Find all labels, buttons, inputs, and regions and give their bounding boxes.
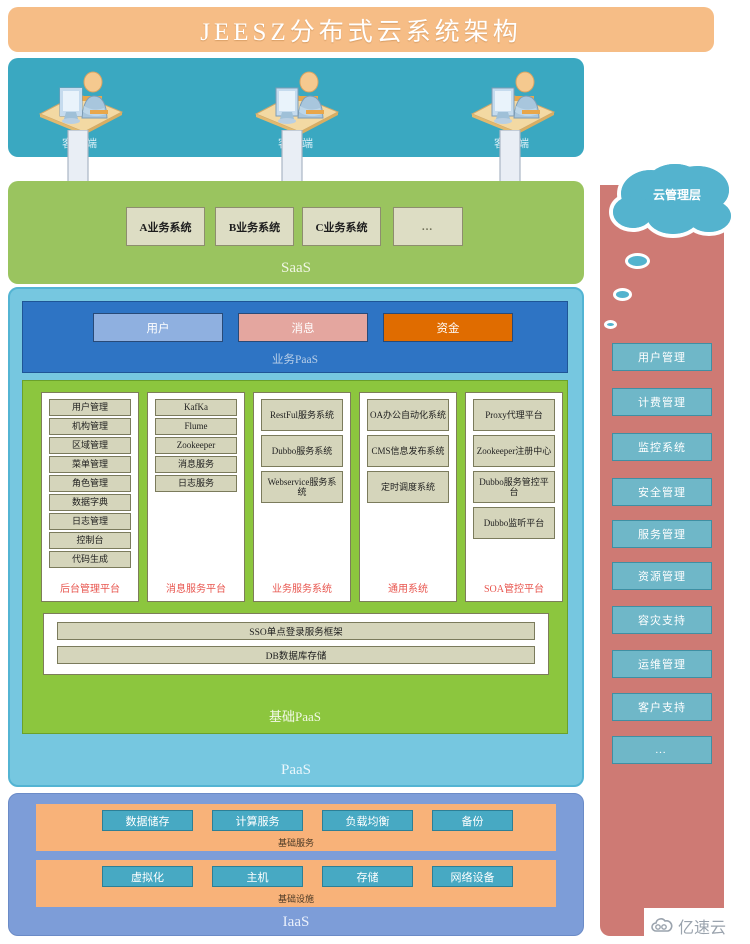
platform-item[interactable]: RestFul服务系统 bbox=[261, 399, 343, 431]
page-title: JEESZ分布式云系统架构 bbox=[200, 18, 522, 46]
saas-system-more[interactable]: … bbox=[393, 207, 463, 246]
platform-item[interactable]: 代码生成 bbox=[49, 551, 131, 568]
iaas-item[interactable]: 存储 bbox=[322, 866, 413, 887]
bizpaas-card-label: 资金 bbox=[436, 322, 460, 335]
platform-column-title: 通用系统 bbox=[388, 584, 428, 595]
cloud-item-resource-management[interactable]: 资源管理 bbox=[612, 562, 712, 590]
shared-service-sso[interactable]: SSO单点登录服务框架 bbox=[57, 622, 535, 640]
platform-item[interactable]: Proxy代理平台 bbox=[473, 399, 555, 431]
paas-layer: 用户 消息 资金 业务PaaS 用户管理 机构管理 区域管理 菜单管理 角色管理… bbox=[8, 287, 584, 787]
platform-item[interactable]: 菜单管理 bbox=[49, 456, 131, 473]
shared-service-db[interactable]: DB数据库存储 bbox=[57, 646, 535, 664]
bubble-icon-large bbox=[625, 253, 650, 269]
platform-item[interactable]: 数据字典 bbox=[49, 494, 131, 511]
saas-system-b[interactable]: B业务系统 bbox=[215, 207, 294, 246]
watermark-text: 亿速云 bbox=[678, 920, 727, 937]
diagram-title-bar: JEESZ分布式云系统架构 bbox=[8, 7, 714, 52]
iaas-group-label: 基础服务 bbox=[277, 838, 314, 848]
platform-item[interactable]: Dubbo服务管控平台 bbox=[473, 471, 555, 503]
platform-column-common: OA办公自动化系统 CMS信息发布系统 定时调度系统 通用系统 bbox=[359, 392, 457, 602]
architecture-diagram: JEESZ分布式云系统架构 客户端 bbox=[0, 0, 750, 944]
bizpaas-card-label: 用户 bbox=[146, 322, 170, 335]
user-at-computer-icon bbox=[254, 71, 340, 135]
user-at-computer-icon bbox=[470, 71, 556, 135]
cloud-item-more[interactable]: … bbox=[612, 736, 712, 764]
platform-item[interactable]: Dubbo服务系统 bbox=[261, 435, 343, 467]
bizpaas-card-fund[interactable]: 资金 bbox=[383, 313, 513, 342]
user-at-computer-icon bbox=[38, 71, 124, 135]
iaas-group-label: 基础设施 bbox=[277, 894, 314, 904]
platform-column-title: 消息服务平台 bbox=[166, 584, 226, 595]
cloud-item-customer-support[interactable]: 客户支持 bbox=[612, 693, 712, 721]
platform-item[interactable]: 机构管理 bbox=[49, 418, 131, 435]
saas-system-a[interactable]: A业务系统 bbox=[126, 207, 205, 246]
iaas-item[interactable]: 负载均衡 bbox=[322, 810, 413, 831]
watermark: 亿速云 bbox=[644, 908, 750, 944]
cloud-item-ops-management[interactable]: 运维管理 bbox=[612, 650, 712, 678]
saas-system-label: C业务系统 bbox=[315, 221, 368, 234]
platform-item[interactable]: Dubbo监听平台 bbox=[473, 507, 555, 539]
iaas-item[interactable]: 计算服务 bbox=[212, 810, 303, 831]
bubble-icon-small bbox=[604, 320, 617, 329]
platform-column-admin: 用户管理 机构管理 区域管理 菜单管理 角色管理 数据字典 日志管理 控制台 代… bbox=[41, 392, 139, 602]
cloud-item-disaster-recovery[interactable]: 容灾支持 bbox=[612, 606, 712, 634]
saas-system-label: B业务系统 bbox=[228, 221, 281, 234]
iaas-layer-label: IaaS bbox=[282, 914, 310, 930]
base-paas-panel: 用户管理 机构管理 区域管理 菜单管理 角色管理 数据字典 日志管理 控制台 代… bbox=[22, 380, 568, 734]
business-paas-label: 业务PaaS bbox=[272, 354, 318, 366]
platform-item[interactable]: Flume bbox=[155, 418, 237, 435]
cloud-item-billing-management[interactable]: 计费管理 bbox=[612, 388, 712, 416]
cloud-item-service-management[interactable]: 服务管理 bbox=[612, 520, 712, 548]
cloud-logo-icon bbox=[651, 918, 673, 932]
platform-column-title: 业务服务系统 bbox=[272, 584, 332, 595]
business-paas-panel: 用户 消息 资金 业务PaaS bbox=[22, 301, 568, 373]
base-paas-label: 基础PaaS bbox=[268, 709, 321, 724]
iaas-group-infrastructure: 虚拟化 主机 存储 网络设备 基础设施 bbox=[36, 860, 556, 907]
platform-item[interactable]: Webservice服务系统 bbox=[261, 471, 343, 503]
platform-column-title: SOA管控平台 bbox=[483, 584, 544, 595]
platform-item[interactable]: 日志管理 bbox=[49, 513, 131, 530]
platform-item[interactable]: OA办公自动化系统 bbox=[367, 399, 449, 431]
saas-system-label: … bbox=[421, 220, 435, 233]
iaas-group-services: 数据储存 计算服务 负载均衡 备份 基础服务 bbox=[36, 804, 556, 851]
platform-item[interactable]: 控制台 bbox=[49, 532, 131, 549]
bubble-icon-medium bbox=[613, 288, 632, 301]
iaas-layer: 数据储存 计算服务 负载均衡 备份 基础服务 虚拟化 主机 存储 网络设备 基础… bbox=[8, 793, 584, 936]
platform-item[interactable]: 用户管理 bbox=[49, 399, 131, 416]
platform-column-business-service: RestFul服务系统 Dubbo服务系统 Webservice服务系统 业务服… bbox=[253, 392, 351, 602]
iaas-item[interactable]: 数据储存 bbox=[102, 810, 193, 831]
platform-item[interactable]: KafKa bbox=[155, 399, 237, 416]
iaas-item[interactable]: 备份 bbox=[432, 810, 513, 831]
saas-system-label: A业务系统 bbox=[139, 221, 192, 234]
saas-layer-label: SaaS bbox=[281, 260, 311, 276]
platform-item[interactable]: 角色管理 bbox=[49, 475, 131, 492]
platform-item[interactable]: 日志服务 bbox=[155, 475, 237, 492]
platform-item[interactable]: Zookeeper bbox=[155, 437, 237, 454]
platform-column-title: 后台管理平台 bbox=[60, 584, 120, 595]
platform-item[interactable]: 定时调度系统 bbox=[367, 471, 449, 503]
saas-system-c[interactable]: C业务系统 bbox=[302, 207, 381, 246]
paas-layer-label: PaaS bbox=[281, 762, 311, 778]
cloud-shape-icon bbox=[609, 160, 735, 238]
cloud-item-monitoring-system[interactable]: 监控系统 bbox=[612, 433, 712, 461]
iaas-item[interactable]: 虚拟化 bbox=[102, 866, 193, 887]
iaas-item[interactable]: 主机 bbox=[212, 866, 303, 887]
cloud-item-user-management[interactable]: 用户管理 bbox=[612, 343, 712, 371]
platform-item[interactable]: 消息服务 bbox=[155, 456, 237, 473]
platform-column-message: KafKa Flume Zookeeper 消息服务 日志服务 消息服务平台 bbox=[147, 392, 245, 602]
cloud-management-label: 云管理层 bbox=[652, 188, 701, 202]
cloud-item-security-management[interactable]: 安全管理 bbox=[612, 478, 712, 506]
platform-item[interactable]: Zookeeper注册中心 bbox=[473, 435, 555, 467]
bizpaas-card-label: 消息 bbox=[291, 322, 315, 335]
bizpaas-card-message[interactable]: 消息 bbox=[238, 313, 368, 342]
platform-item[interactable]: 区域管理 bbox=[49, 437, 131, 454]
shared-services-box: SSO单点登录服务框架 DB数据库存储 bbox=[43, 613, 549, 675]
saas-layer: A业务系统 B业务系统 C业务系统 … SaaS bbox=[8, 181, 584, 284]
iaas-item[interactable]: 网络设备 bbox=[432, 866, 513, 887]
platform-item[interactable]: CMS信息发布系统 bbox=[367, 435, 449, 467]
bizpaas-card-user[interactable]: 用户 bbox=[93, 313, 223, 342]
platform-column-soa: Proxy代理平台 Zookeeper注册中心 Dubbo服务管控平台 Dubb… bbox=[465, 392, 563, 602]
